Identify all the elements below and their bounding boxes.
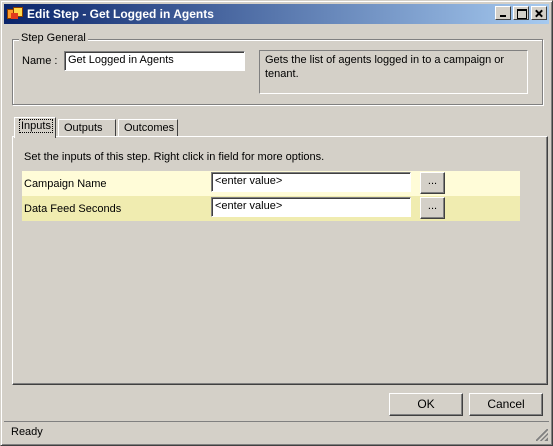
status-bar: Ready bbox=[4, 421, 549, 442]
status-text: Ready bbox=[11, 426, 43, 438]
tab-outcomes-label: Outcomes bbox=[124, 122, 175, 134]
input-row-campaign-name: Campaign Name <enter value> ... bbox=[22, 171, 520, 196]
close-button[interactable] bbox=[531, 6, 547, 20]
inputs-instructions: Set the inputs of this step. Right click… bbox=[24, 151, 325, 163]
window-title: Edit Step - Get Logged in Agents bbox=[27, 7, 214, 21]
data-feed-seconds-input[interactable]: <enter value> bbox=[211, 197, 411, 217]
name-label: Name : bbox=[22, 55, 58, 67]
name-input[interactable]: Get Logged in Agents bbox=[64, 51, 245, 71]
campaign-name-label: Campaign Name bbox=[24, 178, 107, 190]
app-icon bbox=[7, 7, 23, 21]
resize-grip-icon[interactable] bbox=[536, 429, 548, 441]
tab-inputs[interactable]: Inputs bbox=[14, 117, 56, 138]
title-bar[interactable]: Edit Step - Get Logged in Agents bbox=[4, 4, 549, 24]
campaign-name-input[interactable]: <enter value> bbox=[211, 172, 411, 192]
tab-outputs-label: Outputs bbox=[64, 122, 103, 134]
input-row-data-feed-seconds: Data Feed Seconds <enter value> ... bbox=[22, 196, 520, 221]
tab-inputs-label: Inputs bbox=[19, 119, 53, 133]
step-general-legend: Step General bbox=[19, 32, 88, 44]
tab-outcomes[interactable]: Outcomes bbox=[118, 119, 178, 137]
data-feed-seconds-browse-button[interactable]: ... bbox=[420, 197, 445, 219]
tab-outputs[interactable]: Outputs bbox=[58, 119, 116, 137]
step-description: Gets the list of agents logged in to a c… bbox=[259, 50, 528, 94]
inputs-grid: Campaign Name <enter value> ... Data Fee… bbox=[22, 171, 520, 221]
ok-button[interactable]: OK bbox=[389, 393, 463, 416]
data-feed-seconds-label: Data Feed Seconds bbox=[24, 203, 122, 215]
edit-step-window: Edit Step - Get Logged in Agents Step Ge… bbox=[0, 0, 553, 446]
cancel-button[interactable]: Cancel bbox=[469, 393, 543, 416]
campaign-name-browse-button[interactable]: ... bbox=[420, 172, 445, 194]
minimize-button[interactable] bbox=[495, 6, 511, 20]
maximize-button[interactable] bbox=[513, 6, 529, 20]
